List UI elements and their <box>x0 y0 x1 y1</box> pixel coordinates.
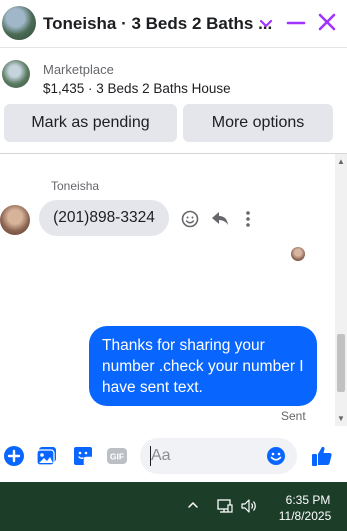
sender-avatar[interactable] <box>0 205 30 235</box>
listing-thumbnail[interactable] <box>2 60 30 88</box>
close-icon[interactable] <box>316 11 338 33</box>
chat-header: Toneisha · 3 Beds 2 Baths ... <box>0 0 347 48</box>
seen-indicator-avatar <box>291 247 305 261</box>
network-icon[interactable] <box>216 497 234 515</box>
message-thread: Toneisha (201)898-3324 Thanks for sharin… <box>0 154 347 426</box>
sticker-icon[interactable] <box>71 444 95 468</box>
reply-icon[interactable] <box>210 207 230 229</box>
gif-label: GIF <box>110 452 124 462</box>
plus-circle-icon[interactable] <box>2 444 26 468</box>
chevron-up-icon[interactable] <box>187 499 199 511</box>
react-icon[interactable] <box>180 207 200 229</box>
more-options-button[interactable]: More options <box>183 104 333 142</box>
listing-description: $1,435 · 3 Beds 2 Baths House <box>43 81 231 96</box>
listing-source: Marketplace <box>43 62 114 77</box>
clock-date[interactable]: 11/8/2025 <box>270 509 340 523</box>
chat-title[interactable]: Toneisha · 3 Beds 2 Baths ... <box>43 14 272 34</box>
volume-icon[interactable] <box>240 497 258 515</box>
clock-time[interactable]: 6:35 PM <box>278 493 338 507</box>
thumbs-up-icon[interactable] <box>310 444 334 468</box>
gif-icon[interactable]: GIF <box>105 444 129 468</box>
incoming-message-bubble[interactable]: (201)898-3324 <box>39 200 169 236</box>
message-composer: GIF Aa <box>0 426 347 482</box>
scroll-up-arrow-icon[interactable]: ▲ <box>337 157 345 166</box>
marketplace-listing[interactable]: Marketplace $1,435 · 3 Beds 2 Baths Hous… <box>0 48 347 104</box>
message-input-placeholder: Aa <box>151 447 171 464</box>
photo-icon[interactable] <box>35 444 59 468</box>
message-status: Sent <box>281 409 306 423</box>
scroll-down-arrow-icon[interactable]: ▼ <box>337 414 345 423</box>
mark-as-pending-button[interactable]: Mark as pending <box>4 104 177 142</box>
messages-scrollbar[interactable]: ▲ ▼ <box>335 154 347 426</box>
emoji-icon[interactable] <box>266 446 286 466</box>
listing-actions: Mark as pending More options <box>0 104 347 154</box>
chevron-down-icon[interactable] <box>256 12 276 34</box>
outgoing-message-bubble[interactable]: Thanks for sharing your number .check yo… <box>89 326 317 406</box>
scrollbar-thumb[interactable] <box>337 334 345 392</box>
contact-avatar[interactable] <box>2 6 36 40</box>
minimize-icon[interactable] <box>286 13 306 33</box>
sender-name: Toneisha <box>51 179 100 193</box>
windows-taskbar: 6:35 PM 11/8/2025 <box>0 482 347 531</box>
more-vertical-icon[interactable] <box>243 207 253 229</box>
